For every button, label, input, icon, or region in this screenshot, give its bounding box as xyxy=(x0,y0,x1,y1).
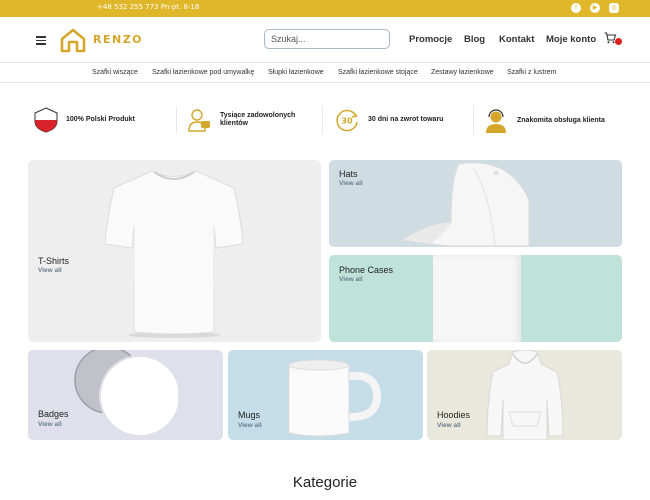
tile-title: T-Shirts xyxy=(38,256,70,266)
category-link[interactable]: Szafki łazienkowe pod umywalkę xyxy=(152,69,254,76)
view-all-link[interactable]: View all xyxy=(38,421,62,428)
divider xyxy=(176,106,177,134)
tile-hats[interactable]: Hats View all xyxy=(329,160,622,247)
category-link[interactable]: Szafki wiszące xyxy=(92,69,138,76)
hoodie-image xyxy=(486,350,564,440)
section-heading: Kategorie xyxy=(292,474,358,491)
top-bar: +48 532 255 773 Pn-pt. 8-18 f ▶ ◎ xyxy=(0,0,650,17)
search-input[interactable] xyxy=(264,29,390,49)
cart-badge xyxy=(615,38,622,45)
view-all-link[interactable]: View all xyxy=(38,267,62,274)
feature-text: Tysiące zadowolonych klientów xyxy=(220,112,296,127)
nav-moje-konto[interactable]: Moje konto xyxy=(546,34,596,45)
30-days-return-icon: 30 xyxy=(336,109,358,132)
happy-customer-icon xyxy=(188,109,210,132)
header: RENZO Promocje Blog Kontakt Moje konto xyxy=(0,17,650,63)
tile-title: Hoodies xyxy=(437,410,471,420)
nav-promocje[interactable]: Promocje xyxy=(409,34,452,45)
category-link[interactable]: Zestawy łazienkowe xyxy=(431,69,494,76)
feature-text: 100% Polski Produkt xyxy=(66,116,135,123)
poland-flag-icon xyxy=(34,107,58,133)
phone-case-image xyxy=(433,255,521,342)
feature-text: 30 dni na zwrot towaru xyxy=(368,116,444,123)
tile-title: Hats xyxy=(339,169,358,179)
tile-mugs[interactable]: Mugs View all xyxy=(228,350,423,440)
tile-hoodies[interactable]: Hoodies View all xyxy=(427,350,622,440)
tile-title: Phone Cases xyxy=(339,265,394,275)
logo-icon[interactable] xyxy=(60,27,86,53)
svg-text:30: 30 xyxy=(341,117,353,126)
badge-image xyxy=(74,350,178,437)
category-bar: Szafki wiszące Szafki łazienkowe pod umy… xyxy=(0,63,650,83)
category-link[interactable]: Słupki łazienkowe xyxy=(268,69,324,76)
category-link[interactable]: Szafki z lustrem xyxy=(507,69,556,76)
cap-image xyxy=(401,162,530,247)
tile-tshirts[interactable]: T-Shirts View all xyxy=(28,160,321,342)
view-all-link[interactable]: View all xyxy=(437,422,461,429)
nav-kontakt[interactable]: Kontakt xyxy=(499,34,534,45)
contact-info: +48 532 255 773 Pn-pt. 8-18 xyxy=(97,3,200,11)
mug-image xyxy=(288,359,381,437)
youtube-icon[interactable]: ▶ xyxy=(590,3,600,13)
customer-support-icon xyxy=(486,109,506,133)
facebook-icon[interactable]: f xyxy=(571,3,581,13)
features-row: 100% Polski Produkt Tysiące zadowolonych… xyxy=(0,100,650,140)
divider xyxy=(473,106,474,134)
view-all-link[interactable]: View all xyxy=(238,422,262,429)
tile-badges[interactable]: Badges View all xyxy=(28,350,223,440)
category-link[interactable]: Szafki łazienkowe stojące xyxy=(338,69,418,76)
tile-title: Mugs xyxy=(238,410,261,420)
tile-phone-cases[interactable]: Phone Cases View all xyxy=(329,255,622,342)
divider xyxy=(322,106,323,134)
feature-text: Znakomita obsługa klienta xyxy=(517,117,605,124)
logo-text[interactable]: RENZO xyxy=(93,33,143,46)
nav-blog[interactable]: Blog xyxy=(464,34,485,45)
instagram-icon[interactable]: ◎ xyxy=(609,3,619,13)
tile-title: Badges xyxy=(38,409,69,419)
view-all-link[interactable]: View all xyxy=(339,276,363,283)
tshirt-image xyxy=(104,170,244,338)
menu-icon[interactable] xyxy=(36,36,46,45)
view-all-link[interactable]: View all xyxy=(339,180,363,187)
